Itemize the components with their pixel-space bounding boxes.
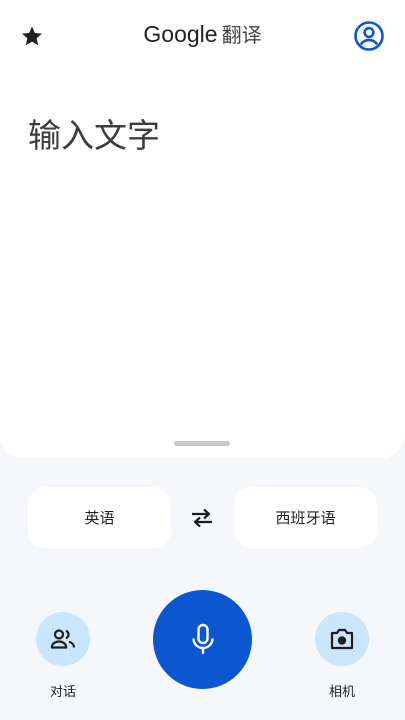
camera-button[interactable] bbox=[315, 612, 369, 666]
app-title: Google 翻译 bbox=[0, 18, 405, 52]
app-title-brand: Google bbox=[143, 21, 218, 47]
account-button[interactable] bbox=[352, 19, 386, 53]
account-circle-icon bbox=[354, 21, 384, 51]
conversation-button[interactable] bbox=[36, 612, 90, 666]
camera-label: 相机 bbox=[328, 685, 355, 700]
input-card: Google 翻译 输入文字 bbox=[0, 0, 405, 458]
drag-handle[interactable] bbox=[174, 441, 230, 446]
source-language-label: 英语 bbox=[84, 509, 115, 527]
voice-input-button[interactable] bbox=[153, 590, 252, 689]
source-language-button[interactable]: 英语 bbox=[28, 487, 171, 548]
text-input-field[interactable]: 输入文字 bbox=[28, 114, 160, 158]
app-title-product: 翻译 bbox=[221, 23, 262, 47]
swap-languages-button[interactable] bbox=[186, 504, 218, 532]
mic-icon bbox=[191, 623, 214, 654]
target-language-label: 西班牙语 bbox=[275, 509, 336, 527]
target-language-button[interactable]: 西班牙语 bbox=[234, 487, 377, 548]
people-icon bbox=[50, 629, 76, 649]
swap-arrows-icon bbox=[192, 508, 212, 528]
camera-icon bbox=[330, 628, 354, 650]
conversation-label: 对话 bbox=[49, 685, 76, 700]
